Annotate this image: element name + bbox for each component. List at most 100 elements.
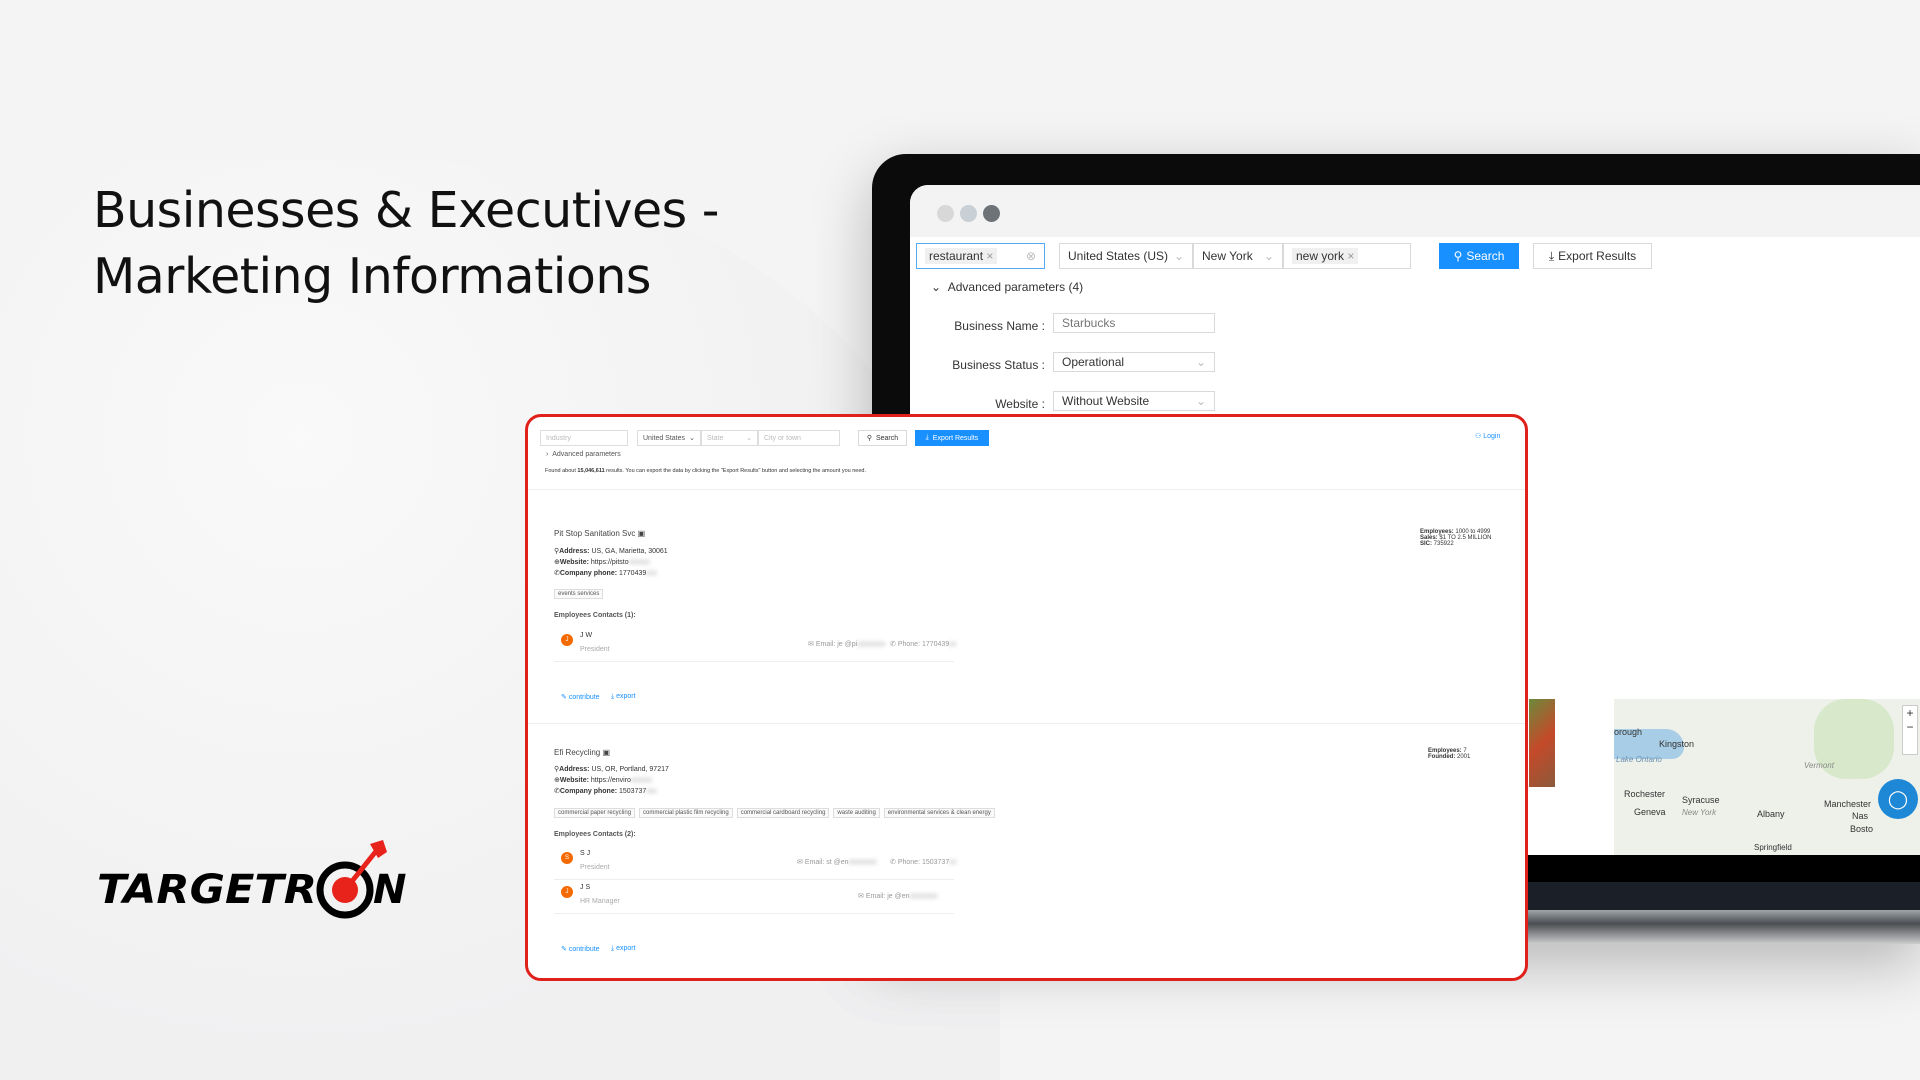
company-website[interactable]: ⊕Website: https://enviroxxxxxx (554, 776, 652, 784)
linkedin-icon[interactable]: ▣ (638, 529, 646, 538)
search-button[interactable]: ⚲ Search (858, 430, 907, 446)
map-label: Bosto (1850, 824, 1874, 834)
business-name-input[interactable] (1053, 313, 1215, 333)
company-website[interactable]: ⊕Website: https://pitstoxxxxxx (554, 558, 650, 566)
map-zoom-controls[interactable]: + − (1902, 705, 1918, 755)
contact-title: President (580, 646, 610, 653)
chevron-down-icon: ⌄ (1173, 249, 1184, 263)
company-tags: commercial paper recycling commercial pla… (554, 808, 999, 818)
advanced-parameters-toggle[interactable]: › Advanced parameters (546, 451, 621, 458)
map-label: Albany (1757, 809, 1785, 819)
business-status-label: Business Status : (952, 358, 1045, 372)
chat-icon[interactable]: ◯ (1878, 779, 1918, 819)
svg-text:N: N (373, 867, 406, 913)
city-input[interactable]: new york × (1283, 243, 1411, 269)
contact-phone[interactable]: ✆ Phone: 1770439xx (890, 640, 956, 648)
search-button[interactable]: ⚲ Search (1439, 243, 1519, 269)
contact-email[interactable]: ✉ Email: je @pixxxxxxxx (808, 640, 885, 648)
map-label: Kingston (1659, 739, 1695, 749)
state-select[interactable]: New York ⌄ (1193, 243, 1283, 269)
contribute-link[interactable]: ✎ contribute (561, 945, 600, 953)
map-label: Springfield (1754, 843, 1792, 852)
contact-phone[interactable]: ✆ Phone: 1503737xx (890, 858, 956, 866)
contribute-link[interactable]: ✎ contribute (561, 693, 600, 701)
export-link[interactable]: ⤓ export (611, 693, 636, 701)
country-select[interactable]: United States (US) ⌄ (1059, 243, 1193, 269)
company-meta: Employees: 7 Founded: 2001 (1428, 748, 1471, 760)
chevron-down-icon: ⌄ (1263, 249, 1274, 263)
mail-icon: ✉ (808, 641, 814, 648)
laptop-hinge (1528, 882, 1920, 910)
close-icon[interactable]: × (1347, 249, 1354, 263)
login-link[interactable]: ⚇ Login (1475, 432, 1500, 440)
business-status-select[interactable]: Operational ⌄ (1053, 352, 1215, 372)
keyword-input[interactable]: restaurant × ⊗ (916, 243, 1045, 269)
tag: waste auditing (833, 808, 880, 818)
export-results-button[interactable]: ⤓ Export Results (915, 430, 989, 446)
results-summary: Found about 15,046,611 results. You can … (545, 468, 867, 474)
window-dot-max[interactable] (983, 205, 1000, 222)
company-address: ⚲Address: US, GA, Marietta, 30061 (554, 548, 668, 555)
svg-text:TARGETR: TARGETR (97, 867, 317, 913)
edit-icon: ✎ (561, 694, 567, 701)
contacts-label: Employees Contacts (1): (554, 612, 636, 619)
download-icon: ⤓ (611, 945, 615, 952)
divider (554, 661, 954, 662)
website-label: Website : (995, 397, 1045, 411)
phone-icon: ✆ (890, 859, 896, 866)
tag: commercial cardboard recycling (736, 808, 830, 818)
download-icon: ⤓ (611, 693, 615, 700)
window-dot-min[interactable] (960, 205, 977, 222)
map-label: Geneva (1634, 807, 1666, 817)
contact-name: J W (580, 632, 593, 639)
chevron-down-icon: ⌄ (1195, 355, 1206, 369)
company-name[interactable]: Pit Stop Sanitation Svc ▣ (554, 529, 645, 538)
search-icon: ⚲ (1453, 249, 1463, 263)
map-label: Syracuse (1682, 795, 1720, 805)
export-link[interactable]: ⤓ export (611, 945, 636, 953)
advanced-parameters-toggle[interactable]: ⌄ Advanced parameters (4) (931, 280, 1083, 294)
tag: commercial paper recycling (554, 808, 636, 818)
page-headline: Businesses & Executives - Marketing Info… (93, 178, 719, 310)
download-icon: ⤓ (1548, 248, 1555, 263)
close-icon[interactable]: × (986, 249, 993, 263)
website-select[interactable]: Without Website ⌄ (1053, 391, 1215, 411)
chevron-down-icon: ⌄ (1195, 394, 1206, 408)
laptop-base (1528, 910, 1920, 944)
phone-icon: ✆ (890, 641, 896, 648)
download-icon: ⤓ (925, 434, 929, 441)
city-tag: new york × (1292, 248, 1359, 264)
company-address: ⚲Address: US, OR, Portland, 97217 (554, 766, 669, 773)
company-phone: ✆Company phone: 1770439xxx (554, 570, 657, 577)
map-label: orough (1614, 727, 1643, 737)
targetron-logo: TARGETR N (95, 830, 415, 930)
contact-title: President (580, 864, 610, 871)
city-input[interactable]: City or town (758, 430, 840, 446)
contact-email[interactable]: ✉ Email: je @enxxxxxxxx (858, 892, 938, 900)
map-label: Manchester (1824, 799, 1872, 809)
clear-icon[interactable]: ⊗ (1026, 249, 1036, 263)
industry-input[interactable]: Industry (540, 430, 628, 446)
chevron-down-icon: ⌄ (746, 435, 752, 442)
avatar: S (561, 852, 573, 864)
map[interactable]: orough Kingston Lake Ontario Vermont Roc… (1614, 699, 1920, 855)
window-dot-close[interactable] (937, 205, 954, 222)
results-card: Industry United States ⌄ State ⌄ City or t… (525, 414, 1528, 981)
company-name[interactable]: Efi Recycling ▣ (554, 748, 610, 757)
contact-name: J S (580, 884, 591, 891)
business-name-label: Business Name : (954, 319, 1045, 333)
state-select[interactable]: State ⌄ (701, 430, 758, 446)
tag: environmental services & clean energy (883, 808, 995, 818)
export-results-button[interactable]: ⤓ Export Results (1533, 243, 1652, 269)
map-label: Lake Ontario (1616, 755, 1662, 764)
tag: events services (554, 589, 604, 599)
window-chrome (910, 185, 1920, 237)
contact-name: S J (580, 850, 591, 857)
company-tags: events services (554, 589, 607, 599)
tag: commercial plastic film recycling (639, 808, 733, 818)
laptop-bezel-bottom (1528, 855, 1920, 882)
contact-email[interactable]: ✉ Email: st @enxxxxxxxx (797, 858, 877, 866)
search-icon: ⚲ (866, 435, 872, 442)
country-select[interactable]: United States ⌄ (637, 430, 701, 446)
linkedin-icon[interactable]: ▣ (602, 748, 610, 757)
